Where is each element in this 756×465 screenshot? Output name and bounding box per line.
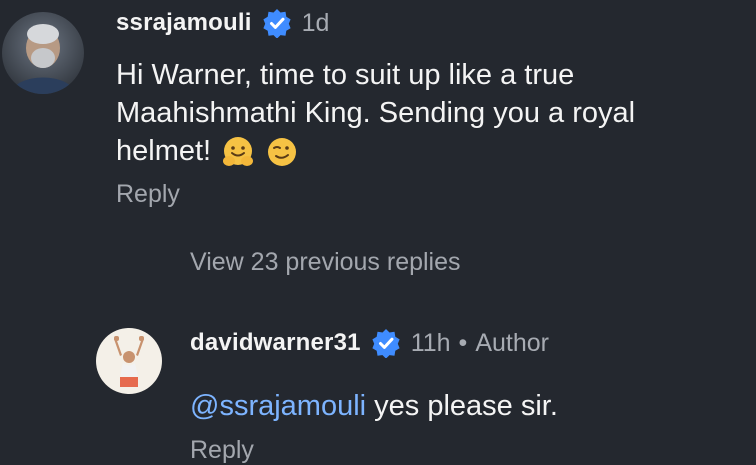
verified-badge-icon — [371, 328, 401, 359]
main-comment-body: Hi Warner, time to suit up like a true M… — [116, 56, 736, 170]
main-comment-header: ssrajamouli 1d — [116, 6, 329, 40]
separator-dot: • — [458, 328, 468, 357]
comment-thread: ssrajamouli 1d Hi Warner, time to suit u… — [0, 0, 756, 465]
main-comment-username[interactable]: ssrajamouli — [116, 9, 252, 37]
view-previous-replies-button[interactable]: View 23 previous replies — [190, 248, 461, 277]
main-comment-text: Hi Warner, time to suit up like a true M… — [116, 59, 636, 167]
mention-link[interactable]: @ssrajamouli — [190, 390, 366, 422]
reply-button[interactable]: Reply — [190, 436, 254, 465]
avatar[interactable] — [96, 328, 162, 394]
reply-comment-header: davidwarner31 11h • Author — [190, 326, 549, 360]
profile-photo-icon — [2, 12, 84, 94]
reply-comment-text: yes please sir. — [366, 390, 558, 422]
avatar[interactable] — [2, 12, 84, 94]
reply-comment-username[interactable]: davidwarner31 — [190, 329, 361, 357]
winking-face-icon — [265, 135, 299, 169]
verified-badge-icon — [262, 8, 292, 39]
reply-button[interactable]: Reply — [116, 180, 180, 209]
author-badge: Author — [475, 328, 549, 357]
reply-comment-time: 11h — [410, 328, 451, 357]
profile-photo-icon — [96, 328, 162, 394]
main-comment-time: 1d — [301, 8, 330, 37]
reply-comment-body: @ssrajamouli yes please sir. — [190, 388, 558, 424]
hugging-face-icon — [221, 135, 255, 169]
